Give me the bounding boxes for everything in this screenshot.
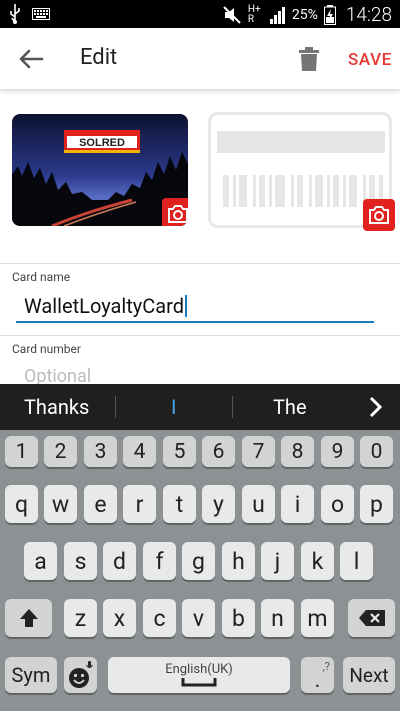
key-8[interactable]: 8 [281, 436, 314, 467]
usb-icon [10, 4, 20, 24]
key-k[interactable]: k [301, 542, 334, 580]
key-m[interactable]: m [301, 599, 334, 637]
key-g[interactable]: g [182, 542, 215, 580]
chevron-right-icon[interactable] [368, 396, 384, 418]
card-images-section: SOLRED [0, 90, 400, 264]
key-y[interactable]: y [202, 485, 235, 523]
space-language-label: English(UK) [165, 661, 233, 677]
key-v[interactable]: v [182, 599, 215, 637]
space-icon [181, 677, 217, 686]
signal-icon [269, 6, 285, 24]
save-button[interactable]: SAVE [348, 50, 392, 70]
divider [0, 335, 400, 336]
key-z[interactable]: z [64, 599, 97, 637]
key-d[interactable]: d [103, 542, 136, 580]
key-q[interactable]: q [5, 485, 38, 523]
period-label: . [314, 667, 321, 693]
key-l[interactable]: l [340, 542, 373, 580]
card-front-image[interactable]: SOLRED [12, 114, 188, 226]
key-4[interactable]: 4 [123, 436, 156, 467]
space-bar[interactable]: English(UK) [108, 657, 290, 693]
key-6[interactable]: 6 [202, 436, 235, 467]
key-p[interactable]: p [360, 485, 393, 523]
key-o[interactable]: o [321, 485, 354, 523]
card-back-image[interactable] [208, 112, 395, 231]
key-s[interactable]: s [64, 542, 97, 580]
card-number-label: Card number [12, 342, 81, 356]
battery-percent: 25% [291, 6, 318, 23]
key-r[interactable]: r [123, 485, 156, 523]
key-3[interactable]: 3 [84, 436, 117, 467]
suggestion-bar: Thanks I The [0, 384, 400, 430]
text-cursor [185, 295, 188, 317]
camera-icon [168, 205, 188, 223]
key-1[interactable]: 1 [5, 436, 38, 467]
key-c[interactable]: c [143, 599, 176, 637]
clock: 14:28 [345, 3, 392, 26]
key-b[interactable]: b [222, 599, 255, 637]
key-j[interactable]: j [261, 542, 294, 580]
keyboard: 1 2 3 4 5 6 7 8 9 0 q w e r t y u i o p … [0, 430, 400, 711]
delete-icon[interactable] [298, 46, 320, 72]
suggestion-the[interactable]: The [273, 395, 307, 419]
card-name-input[interactable]: WalletLoyaltyCard [24, 294, 188, 318]
shift-icon [19, 609, 38, 627]
suggestion-divider [115, 396, 116, 418]
card-name-value: WalletLoyaltyCard [24, 294, 185, 318]
next-key[interactable]: Next [343, 657, 395, 693]
key-h[interactable]: h [222, 542, 255, 580]
back-arrow-icon[interactable] [16, 46, 46, 72]
battery-icon [323, 4, 336, 25]
backspace-icon [358, 610, 385, 626]
key-7[interactable]: 7 [242, 436, 275, 467]
key-5[interactable]: 5 [163, 436, 196, 467]
backspace-key[interactable] [348, 599, 395, 637]
emoji-key[interactable] [64, 657, 97, 693]
keyboard-icon [32, 8, 50, 20]
suggestion-divider [232, 396, 233, 418]
suggestion-i[interactable]: I [171, 395, 176, 419]
key-e[interactable]: e [84, 485, 117, 523]
key-a[interactable]: a [24, 542, 57, 580]
key-u[interactable]: u [242, 485, 275, 523]
key-f[interactable]: f [143, 542, 176, 580]
change-front-photo-button[interactable] [162, 198, 188, 226]
card-name-underline [16, 321, 374, 323]
app-bar: Edit SAVE [0, 28, 400, 90]
network-type: H+ R [247, 3, 261, 25]
mute-icon [223, 5, 241, 24]
key-0[interactable]: 0 [360, 436, 393, 467]
key-9[interactable]: 9 [321, 436, 354, 467]
emoji-icon [68, 661, 93, 688]
barcode-placeholder [217, 131, 385, 153]
card-name-label: Card name [12, 270, 71, 284]
camera-icon [369, 206, 389, 224]
suggestion-thanks[interactable]: Thanks [24, 395, 89, 419]
key-t[interactable]: t [163, 485, 196, 523]
key-n[interactable]: n [261, 599, 294, 637]
key-2[interactable]: 2 [44, 436, 77, 467]
period-alt-label: ,? [322, 659, 330, 673]
status-bar: H+ R 25% 14:28 [0, 0, 400, 28]
shift-key[interactable] [5, 599, 52, 637]
sym-key[interactable]: Sym [5, 657, 57, 693]
change-back-photo-button[interactable] [363, 199, 395, 231]
key-i[interactable]: i [281, 485, 314, 523]
period-key[interactable]: ,? . [301, 657, 334, 693]
card-brand: SOLRED [79, 137, 125, 149]
barcode-icon [223, 175, 383, 207]
key-w[interactable]: w [44, 485, 77, 523]
key-x[interactable]: x [103, 599, 136, 637]
divider [0, 263, 400, 264]
page-title: Edit [80, 45, 118, 70]
